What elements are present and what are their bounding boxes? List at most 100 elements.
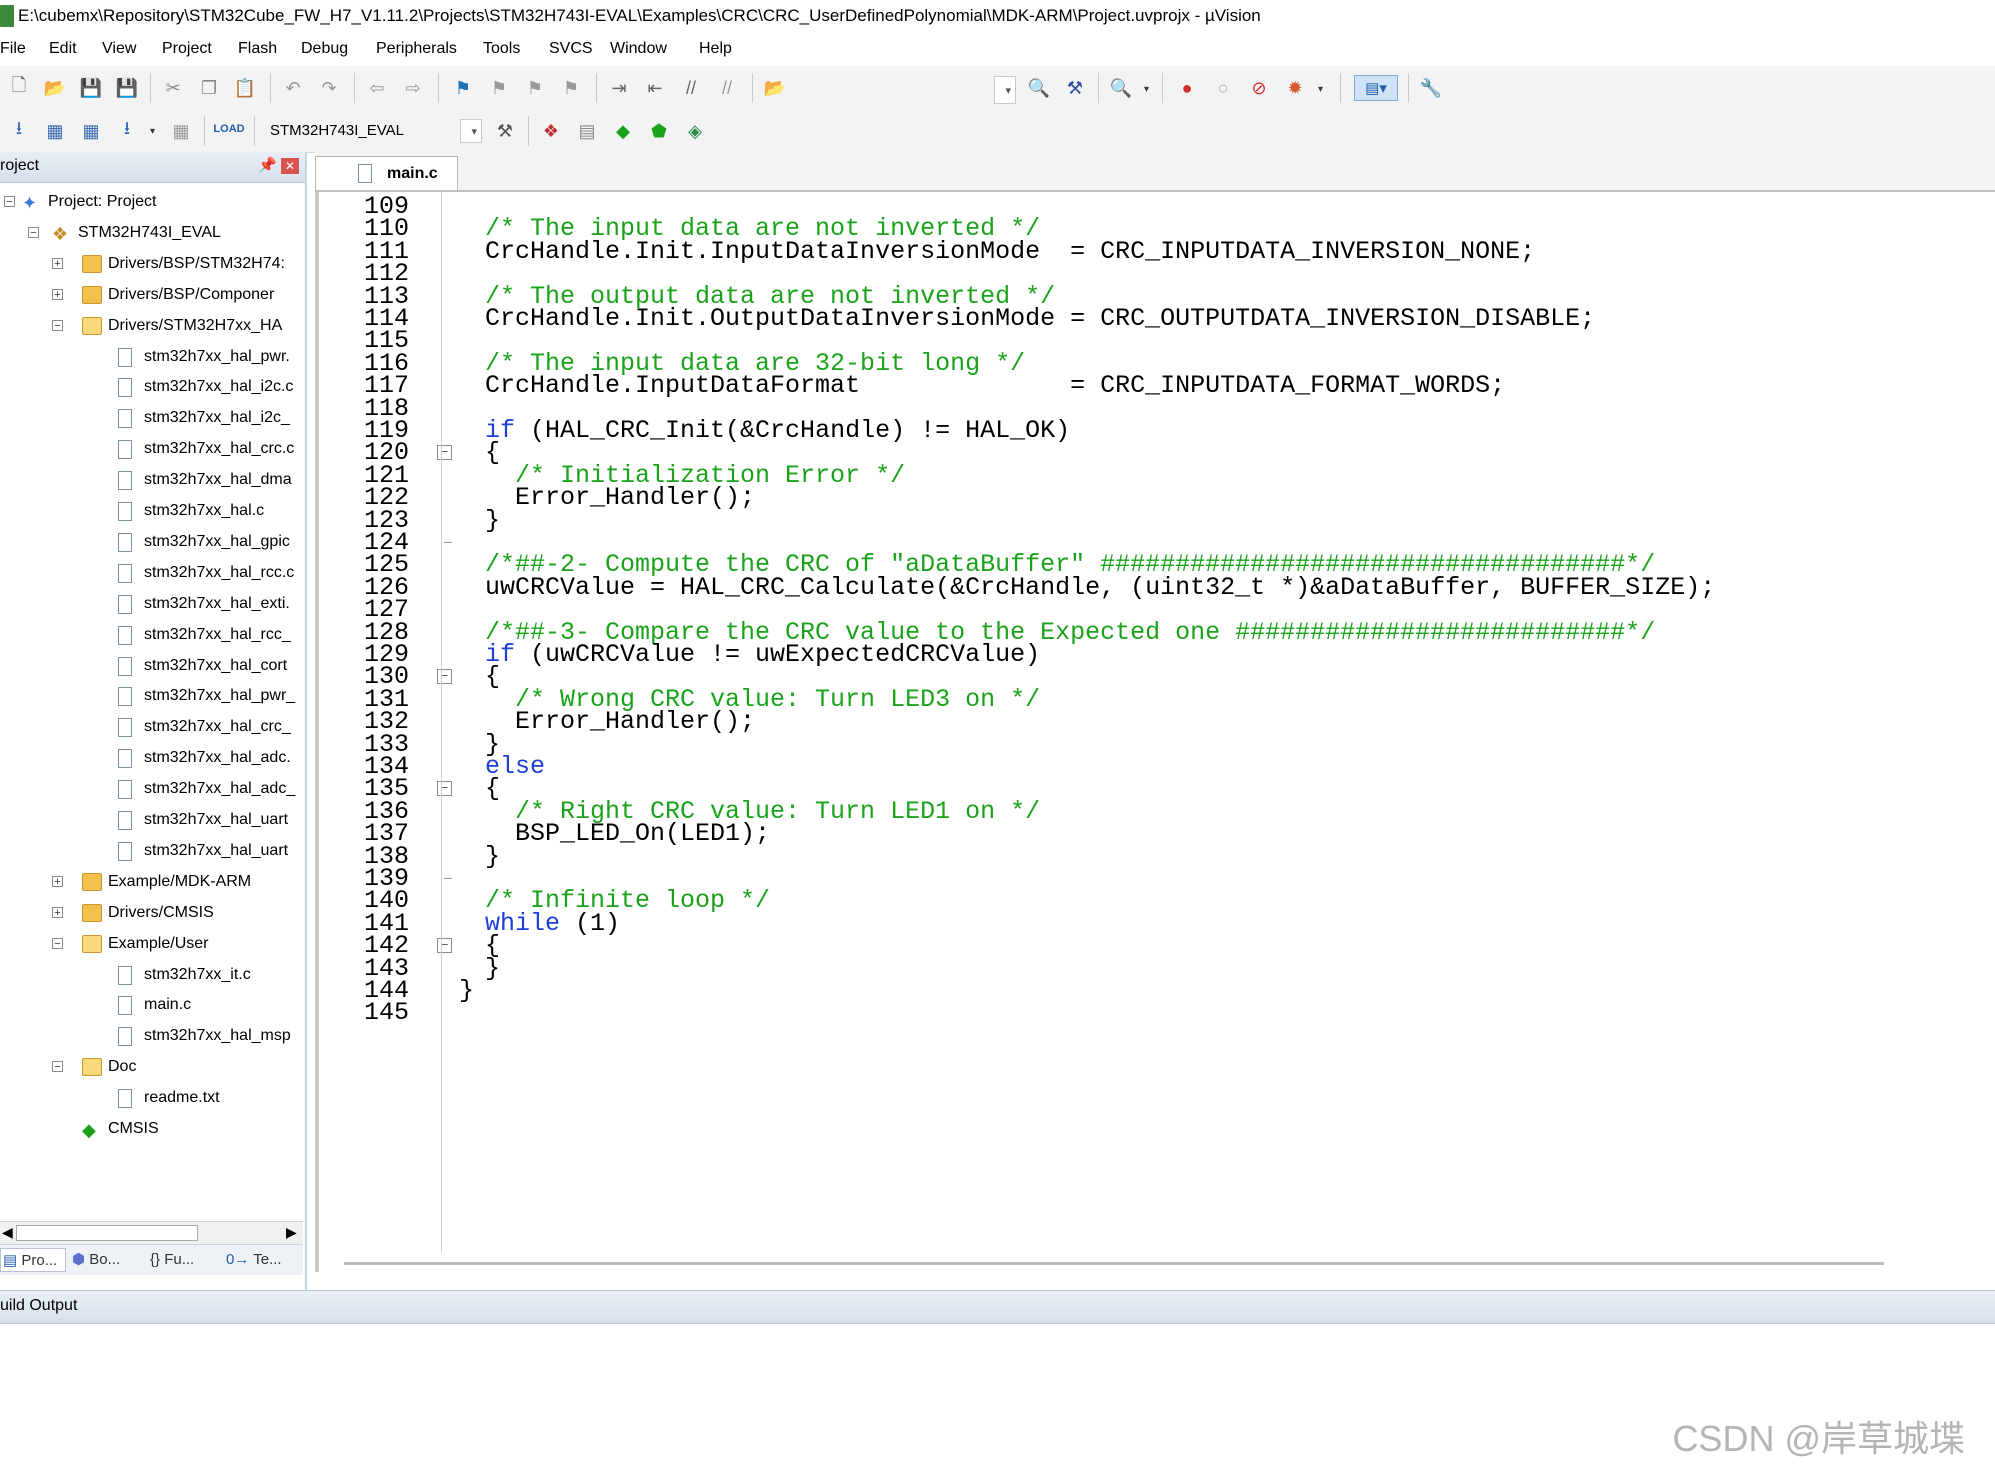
bookmark-prev-icon[interactable]: ⚑	[488, 77, 510, 99]
code-line[interactable]: }	[485, 954, 500, 983]
tree-group-item[interactable]: + Drivers/BSP/STM32H74:	[0, 250, 300, 280]
tree-group-item[interactable]: − Example/User	[0, 930, 300, 960]
scroll-left-icon[interactable]: ◀	[2, 1224, 13, 1241]
indent-icon[interactable]: ⇥	[608, 77, 630, 99]
pack-installer-icon[interactable]: ◈	[684, 120, 706, 142]
menu-view[interactable]: View	[102, 40, 136, 58]
expand-icon[interactable]: +	[52, 257, 63, 269]
bookmark-clear-icon[interactable]: ⚑	[560, 77, 582, 99]
stop-build-icon[interactable]: ▦	[170, 120, 192, 142]
collapse-icon[interactable]: −	[52, 319, 63, 331]
enable-breakpoint-icon[interactable]: ○	[1212, 77, 1234, 99]
run-time-environment-icon[interactable]: ◆	[612, 120, 634, 142]
menu-debug[interactable]: Debug	[301, 40, 348, 58]
tree-group-item[interactable]: − Doc	[0, 1053, 300, 1083]
find-in-files-icon[interactable]: 📂	[764, 77, 786, 99]
collapse-icon[interactable]: −	[52, 937, 63, 949]
tree-file-item[interactable]: main.c	[0, 991, 300, 1021]
menu-flash[interactable]: Flash	[238, 40, 277, 58]
download-load-icon[interactable]: LOAD	[213, 118, 244, 140]
tab-main-c[interactable]: main.c	[315, 156, 458, 190]
expand-icon[interactable]: +	[52, 906, 63, 918]
cut-icon[interactable]: ✂	[162, 77, 184, 99]
code-line[interactable]: Error_Handler();	[485, 707, 755, 736]
tree-file-item[interactable]: stm32h7xx_hal_rcc.c	[0, 559, 300, 589]
tab-project[interactable]: ▤ Pro...	[0, 1248, 66, 1272]
copy-icon[interactable]: ❐	[198, 77, 220, 99]
tree-item[interactable]: − ✦ Project: Project	[0, 188, 300, 218]
code-line[interactable]: if (HAL_CRC_Init(&CrcHandle) != HAL_OK)	[485, 416, 1070, 445]
menu-window[interactable]: Window	[610, 40, 667, 58]
navigate-back-icon[interactable]: ⇦	[366, 77, 388, 99]
code-line[interactable]: Error_Handler();	[485, 483, 755, 512]
menu-peripherals[interactable]: Peripherals	[376, 40, 457, 58]
project-horizontal-scrollbar[interactable]: ◀ ▶	[0, 1221, 303, 1244]
menu-tools[interactable]: Tools	[483, 40, 520, 58]
fold-collapse-icon[interactable]: −	[437, 781, 452, 797]
code-line[interactable]: while (1)	[485, 909, 620, 938]
code-line[interactable]: uwCRCValue = HAL_CRC_Calculate(&CrcHandl…	[485, 573, 1715, 602]
save-all-icon[interactable]: 💾	[116, 77, 138, 99]
code-line[interactable]: if (uwCRCValue != uwExpectedCRCValue)	[485, 640, 1040, 669]
tab-templates[interactable]: 0→ Te...	[226, 1248, 296, 1272]
tree-file-item[interactable]: stm32h7xx_hal.c	[0, 497, 300, 527]
scroll-thumb[interactable]	[16, 1225, 198, 1241]
expand-icon[interactable]: +	[52, 288, 63, 300]
editor-horizontal-scrollbar[interactable]	[344, 1260, 1984, 1266]
tree-file-item[interactable]: stm32h7xx_hal_uart	[0, 806, 300, 836]
paste-icon[interactable]: 📋	[234, 77, 256, 99]
close-icon[interactable]: ✕	[281, 158, 299, 174]
code-line[interactable]: CrcHandle.InputDataFormat = CRC_INPUTDAT…	[485, 371, 1505, 400]
tree-group-item[interactable]: + Drivers/BSP/Componer	[0, 281, 300, 311]
target-select[interactable]: STM32H743I_EVAL	[262, 117, 484, 145]
tree-file-item[interactable]: stm32h7xx_hal_pwr.	[0, 343, 300, 373]
tree-item[interactable]: − ❖ STM32H743I_EVAL	[0, 219, 300, 249]
rebuild-icon[interactable]: ▦	[80, 120, 102, 142]
tree-file-item[interactable]: stm32h7xx_hal_msp	[0, 1022, 300, 1052]
tree-file-item[interactable]: stm32h7xx_hal_crc_	[0, 713, 300, 743]
tree-file-item[interactable]: stm32h7xx_hal_pwr_	[0, 682, 300, 712]
fold-collapse-icon[interactable]: −	[437, 445, 452, 461]
start-debug-icon[interactable]: 🔍	[1110, 77, 1132, 99]
tree-file-item[interactable]: stm32h7xx_hal_adc_	[0, 775, 300, 805]
menu-edit[interactable]: Edit	[49, 40, 77, 58]
batch-build-icon[interactable]: ⭳	[116, 118, 138, 142]
select-packs-icon[interactable]: ⬟	[648, 120, 670, 142]
menu-project[interactable]: Project	[162, 40, 212, 58]
collapse-icon[interactable]: −	[4, 196, 15, 208]
tree-group-item[interactable]: − Drivers/STM32H7xx_HA	[0, 312, 300, 342]
code-line[interactable]: CrcHandle.Init.OutputDataInversionMode =…	[485, 304, 1595, 333]
redo-icon[interactable]: ↷	[318, 77, 340, 99]
tab-books[interactable]: ⬢ Bo...	[72, 1248, 138, 1272]
tree-file-item[interactable]: stm32h7xx_hal_i2c_	[0, 404, 300, 434]
tree-file-item[interactable]: stm32h7xx_hal_rcc_	[0, 621, 300, 651]
undo-icon[interactable]: ↶	[282, 77, 304, 99]
tree-file-item[interactable]: stm32h7xx_hal_i2c.c	[0, 373, 300, 403]
tree-file-item[interactable]: stm32h7xx_hal_adc.	[0, 744, 300, 774]
tree-group-item[interactable]: + Example/MDK-ARM	[0, 868, 300, 898]
file-extensions-icon[interactable]: ▤	[576, 120, 598, 142]
collapse-icon[interactable]: −	[52, 1061, 63, 1073]
menu-svcs[interactable]: SVCS	[549, 40, 593, 58]
find-icon[interactable]: 🔍	[1028, 77, 1050, 99]
code-line[interactable]: }	[485, 506, 500, 535]
target-options-icon[interactable]: ⚒	[494, 120, 516, 142]
tree-file-item[interactable]: stm32h7xx_hal_cort	[0, 652, 300, 682]
kill-breakpoints-icon[interactable]: ✹	[1284, 77, 1306, 99]
configure-icon[interactable]: 🔧	[1420, 77, 1442, 99]
menu-help[interactable]: Help	[699, 40, 732, 58]
menu-file[interactable]: File	[0, 40, 26, 58]
window-layout-icon[interactable]: ▤▾	[1354, 75, 1398, 101]
collapse-icon[interactable]: −	[28, 226, 39, 238]
code-editor[interactable]: 109 110 111 112 113 114 115 116 117 118 119 120−121…	[315, 192, 1995, 1272]
code-line[interactable]: CrcHandle.Init.InputDataInversionMode = …	[485, 237, 1535, 266]
tree-item[interactable]: ◆ CMSIS	[0, 1115, 300, 1145]
tab-functions[interactable]: {} Fu...	[150, 1248, 216, 1272]
bookmark-toggle-icon[interactable]: ⚑	[452, 77, 474, 99]
incremental-find-icon[interactable]: ⚒	[1064, 77, 1086, 99]
manage-project-items-icon[interactable]: ❖	[540, 120, 562, 142]
new-file-icon[interactable]: 🗋	[8, 75, 30, 99]
fold-collapse-icon[interactable]: −	[437, 669, 452, 685]
tree-group-item[interactable]: + Drivers/CMSIS	[0, 899, 300, 929]
disable-breakpoints-icon[interactable]: ⊘	[1248, 77, 1270, 99]
